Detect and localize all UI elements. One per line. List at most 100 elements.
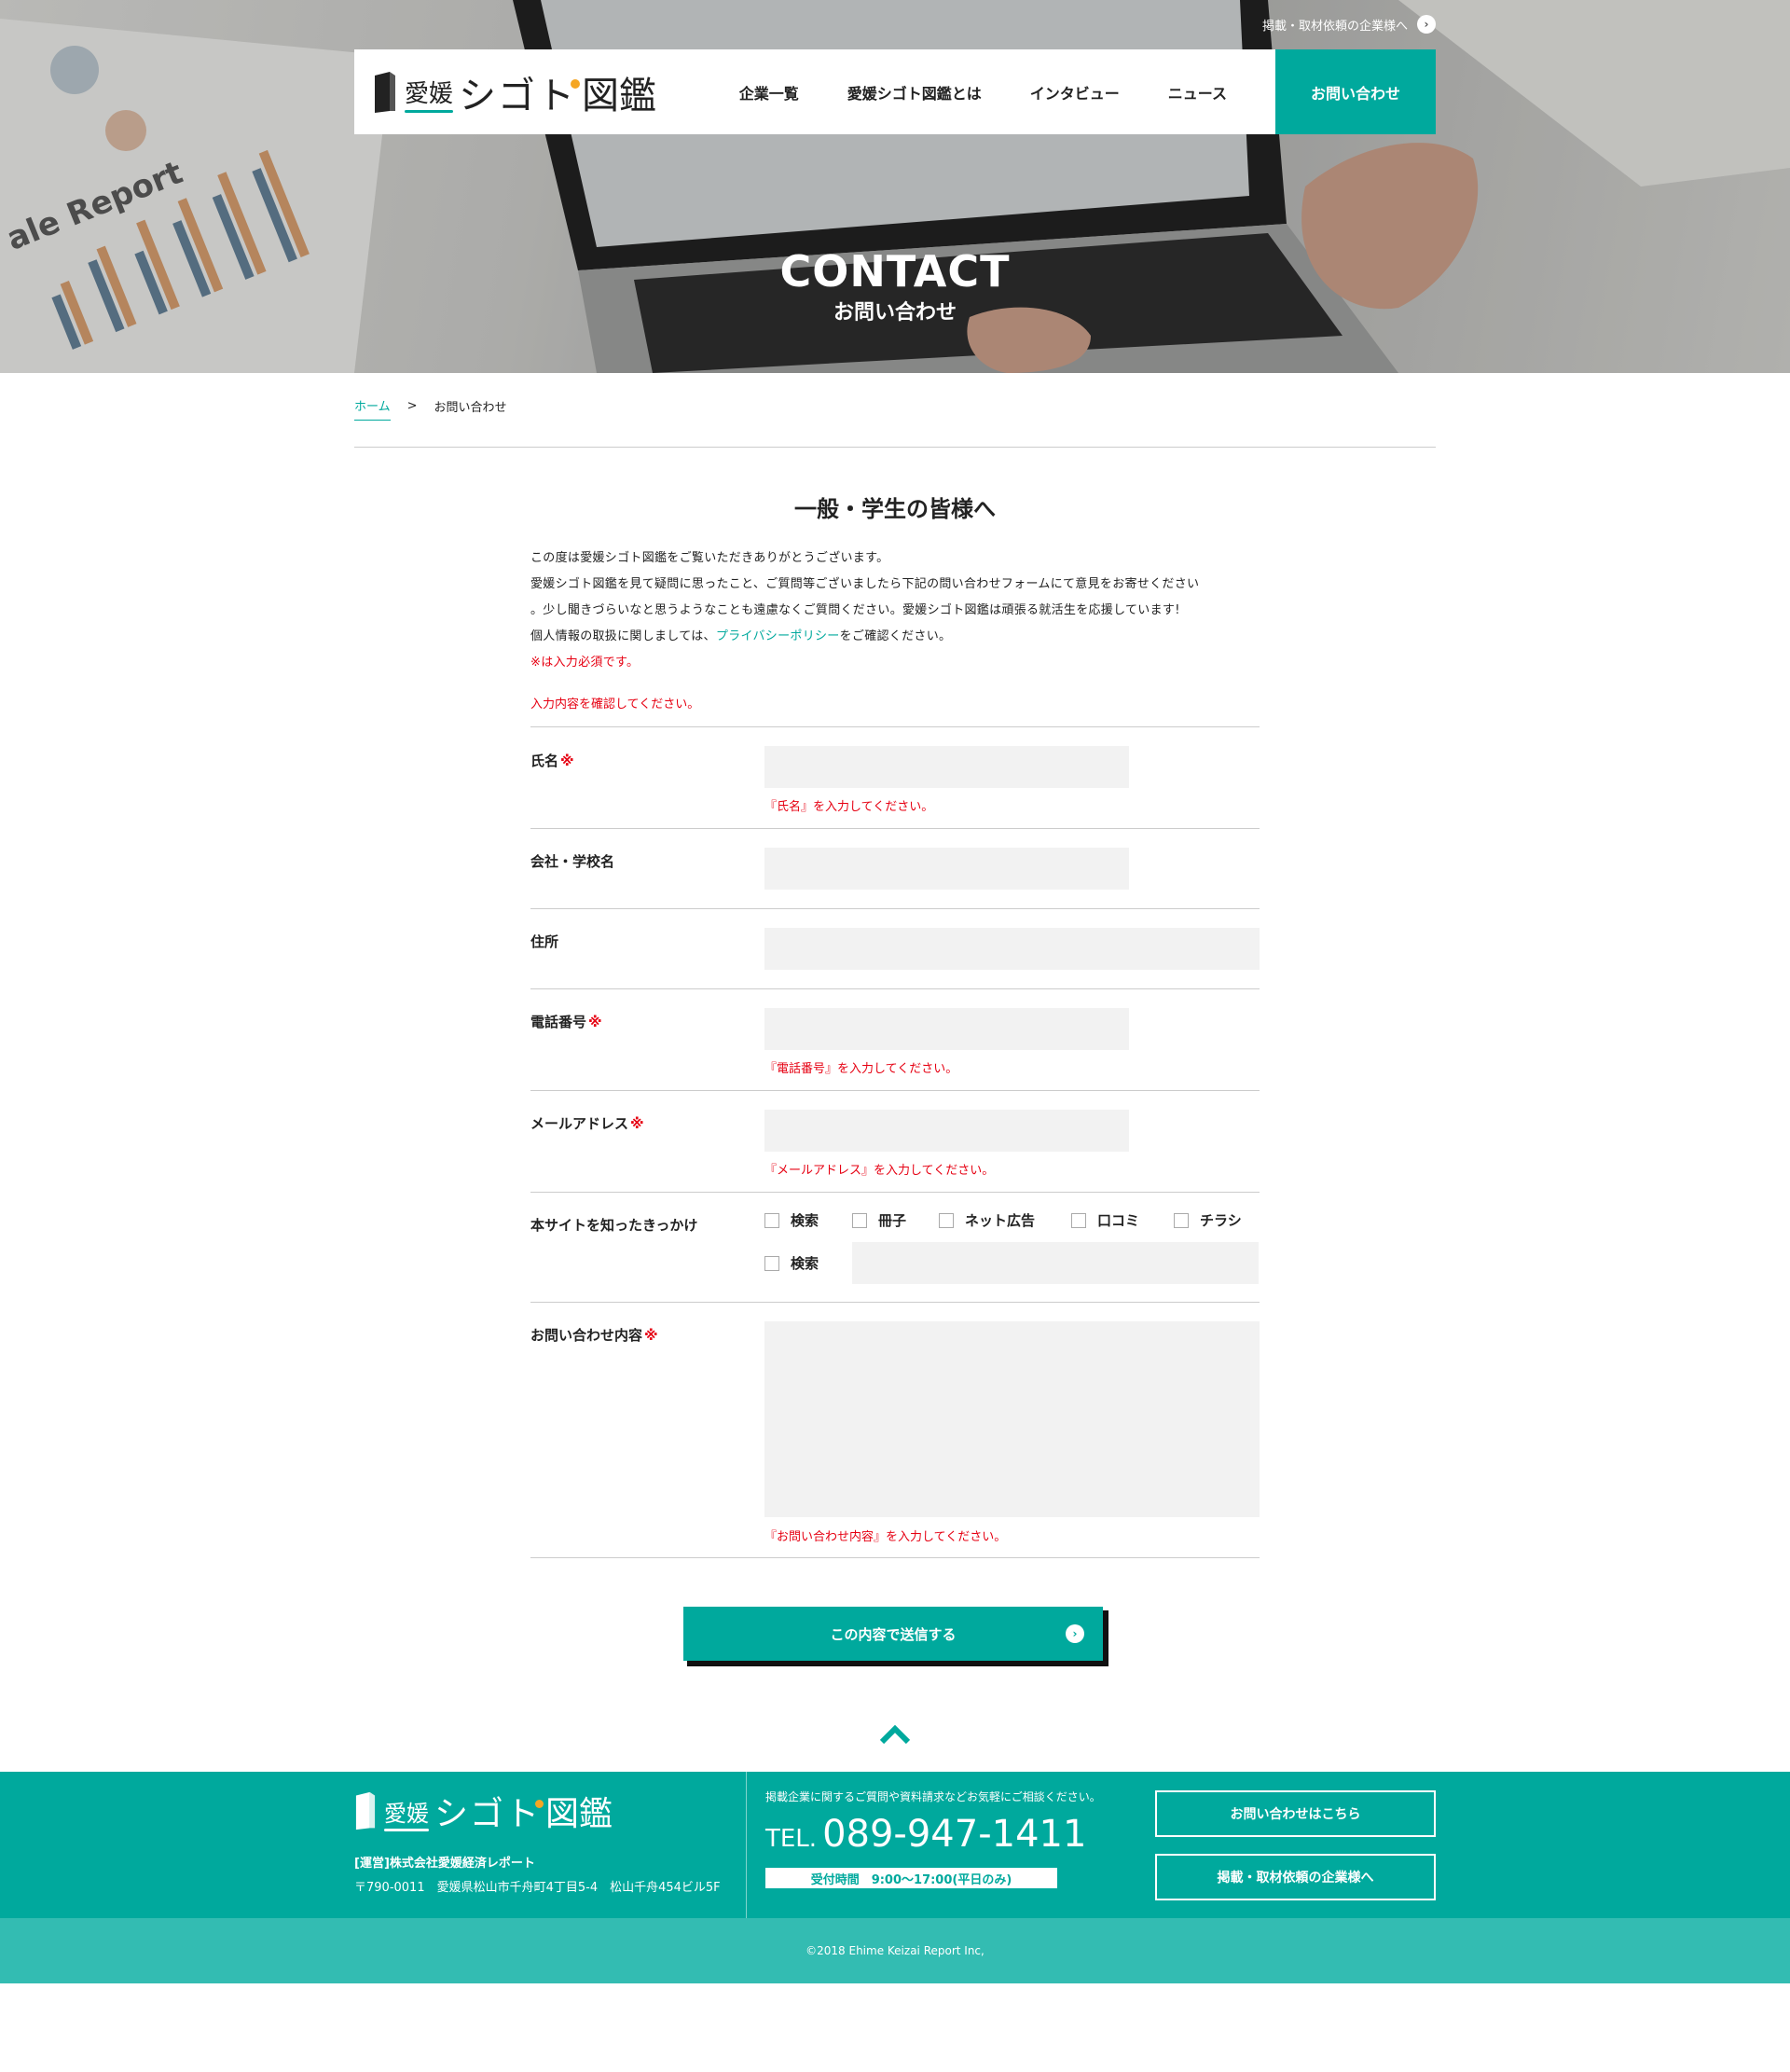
intro-privacy-pre: 個人情報の取扱に関しましては、 [530, 629, 716, 643]
required-mark: ※ [588, 1014, 602, 1030]
nav-item-about[interactable]: 愛媛シゴト図鑑とは [847, 81, 982, 104]
company-inquiry-toplink-label: 掲載・取材依頼の企業様へ [1261, 19, 1408, 34]
footer-tel-prefix: TEL. [765, 1825, 818, 1853]
nav-item-interview[interactable]: インタビュー [1030, 81, 1120, 104]
required-mark: ※ [560, 753, 574, 769]
submit-wrapper: この内容で送信する › [683, 1607, 1108, 1666]
footer-company-button[interactable]: 掲載・取材依頼の企業様へ [1155, 1854, 1436, 1900]
email-label: メールアドレス ※ [530, 1113, 644, 1133]
page-subtitle: お問い合わせ [833, 301, 957, 325]
checkbox-icon[interactable] [764, 1212, 779, 1228]
chevron-up-icon[interactable] [876, 1721, 914, 1747]
address-label: 住所 [530, 933, 559, 950]
footer-logo-tail: 図鑑 [545, 1795, 613, 1833]
copyright: ©2018 Ehime Keizai Report Inc, [0, 1918, 1790, 1983]
nav-item-news[interactable]: ニュース [1168, 81, 1227, 104]
logo-text-main: シゴト [459, 74, 577, 117]
breadcrumb-divider [354, 447, 1436, 448]
name-label-text: 氏名 [530, 753, 559, 769]
logo-dot [571, 78, 581, 89]
section-title: 一般・学生の皆様へ [794, 496, 996, 522]
source-option-search[interactable]: 検索 [764, 1210, 819, 1230]
checkbox-icon[interactable] [852, 1212, 867, 1228]
phone-input[interactable] [764, 1008, 1129, 1050]
arrow-circle-icon: › [1417, 15, 1436, 34]
inquiry-textarea[interactable] [764, 1321, 1260, 1517]
intro-text: この度は愛媛シゴト図鑑をご覧いただきありがとうございます。 愛媛シゴト図鑑を見て… [530, 546, 1260, 676]
inquiry-error: 『お問い合わせ内容』を入力してください。 [764, 1530, 1007, 1544]
checkbox-icon[interactable] [1174, 1212, 1189, 1228]
intro-line-1: この度は愛媛シゴト図鑑をご覧いただきありがとうございます。 [530, 551, 889, 565]
checkbox-icon[interactable] [764, 1255, 779, 1271]
email-label-text: メールアドレス [530, 1115, 629, 1132]
checkbox-icon[interactable] [939, 1212, 954, 1228]
inquiry-label: お問い合わせ内容 ※ [530, 1325, 658, 1345]
company-input[interactable] [764, 848, 1129, 890]
source-option-label: 冊子 [878, 1212, 907, 1229]
form-row-inquiry: お問い合わせ内容 ※ 『お問い合わせ内容』を入力してください。 [530, 1302, 1260, 1558]
intro-line-2: 愛媛シゴト図鑑を見て疑問に思ったこと、ご質問等ございましたら下記の問い合わせフォ… [530, 577, 1200, 591]
breadcrumb: ホーム > お問い合わせ [354, 396, 507, 421]
name-error: 『氏名』を入力してください。 [764, 800, 934, 814]
source-option-label: 検索 [791, 1212, 819, 1229]
footer-logo-dot [535, 1799, 544, 1808]
form-row-phone: 電話番号 ※ 『電話番号』を入力してください。 [530, 988, 1260, 1090]
source-label: 本サイトを知ったきっかけ [530, 1217, 698, 1234]
breadcrumb-current: お問い合わせ [434, 400, 507, 415]
checkbox-icon[interactable] [1071, 1212, 1086, 1228]
source-option-label: チラシ [1200, 1212, 1242, 1229]
form-row-address: 住所 [530, 908, 1260, 988]
main-navbar: 愛媛 シゴト 図鑑 企業一覧 愛媛シゴト図鑑とは インタビュー ニュース お問い… [354, 49, 1436, 134]
site-logo[interactable]: 愛媛 シゴト 図鑑 [373, 64, 656, 120]
page-title: CONTACT [779, 246, 1011, 297]
address-input[interactable] [764, 928, 1260, 970]
nav-contact-button[interactable]: お問い合わせ [1275, 49, 1436, 134]
email-input[interactable] [764, 1110, 1129, 1152]
hero-banner: ale Report 掲載・取材依頼の企業様へ › 愛媛 シゴト 図鑑 企業一覧… [0, 0, 1790, 373]
nav-menu: 企業一覧 愛媛シゴト図鑑とは インタビュー ニュース お問い合わせ [739, 49, 1436, 134]
source-option-word-of-mouth[interactable]: 口コミ [1071, 1210, 1139, 1230]
privacy-policy-link[interactable]: プライバシーポリシー [716, 629, 840, 643]
inquiry-label-text: お問い合わせ内容 [530, 1327, 643, 1344]
company-inquiry-toplink[interactable]: 掲載・取材依頼の企業様へ › [1262, 13, 1436, 35]
book-logo-icon [355, 1791, 376, 1830]
name-label: 氏名 ※ [530, 751, 574, 770]
form-row-name: 氏名 ※ 『氏名』を入力してください。 [530, 726, 1260, 828]
source-option-label: ネット広告 [965, 1212, 1036, 1229]
source-option-flyer[interactable]: チラシ [1174, 1210, 1242, 1230]
submit-button[interactable]: この内容で送信する › [683, 1607, 1103, 1661]
company-label: 会社・学校名 [530, 853, 615, 870]
footer-lead: 掲載企業に関するご質問や資料請求などお気軽にご相談ください。 [765, 1790, 1101, 1803]
form-row-company: 会社・学校名 [530, 828, 1260, 908]
form-row-email: メールアドレス ※ 『メールアドレス』を入力してください。 [530, 1090, 1260, 1192]
footer-divider [746, 1772, 747, 1918]
source-option-booklet[interactable]: 冊子 [852, 1210, 906, 1230]
nav-item-companies[interactable]: 企業一覧 [739, 81, 799, 104]
footer-contact-button[interactable]: お問い合わせはこちら [1155, 1790, 1436, 1837]
required-mark: ※ [644, 1327, 658, 1344]
submit-button-label: この内容で送信する [830, 1625, 957, 1643]
logo-text-tail: 図鑑 [582, 74, 657, 117]
phone-label-text: 電話番号 [530, 1014, 587, 1030]
source-option-other[interactable]: 検索 [764, 1253, 819, 1273]
name-input[interactable] [764, 746, 1129, 788]
source-option-web-ad[interactable]: ネット広告 [939, 1210, 1035, 1230]
intro-privacy-post: をご確認ください。 [839, 629, 952, 643]
breadcrumb-home[interactable]: ホーム [354, 396, 391, 421]
contact-form: 氏名 ※ 『氏名』を入力してください。 会社・学校名 住所 電話番号 ※ 『電話番号… [530, 726, 1260, 1558]
source-other-input[interactable] [852, 1242, 1259, 1284]
footer-phone[interactable]: TEL. 089-947-1411 [765, 1813, 1086, 1856]
footer-logo-prefix: 愛媛 [384, 1795, 429, 1831]
footer-address: 〒790-0011 愛媛県松山市千舟町4丁目5-4 松山千舟454ビル5F [354, 1881, 721, 1895]
footer-operator: [運営]株式会社愛媛経済レポート [354, 1857, 535, 1871]
phone-error: 『電話番号』を入力してください。 [764, 1062, 958, 1076]
footer-logo[interactable]: 愛媛 シゴト 図鑑 [354, 1787, 613, 1835]
source-option-label: 口コミ [1097, 1212, 1140, 1229]
email-error: 『メールアドレス』を入力してください。 [764, 1164, 995, 1178]
confirm-message: 入力内容を確認してください。 [530, 698, 700, 711]
footer: 愛媛 シゴト 図鑑 [運営]株式会社愛媛経済レポート 〒790-0011 愛媛県… [0, 1772, 1790, 1918]
source-option-label: 検索 [791, 1255, 819, 1272]
required-note: ※は入力必須です。 [530, 656, 640, 670]
phone-label: 電話番号 ※ [530, 1012, 602, 1031]
breadcrumb-separator: > [406, 398, 418, 413]
